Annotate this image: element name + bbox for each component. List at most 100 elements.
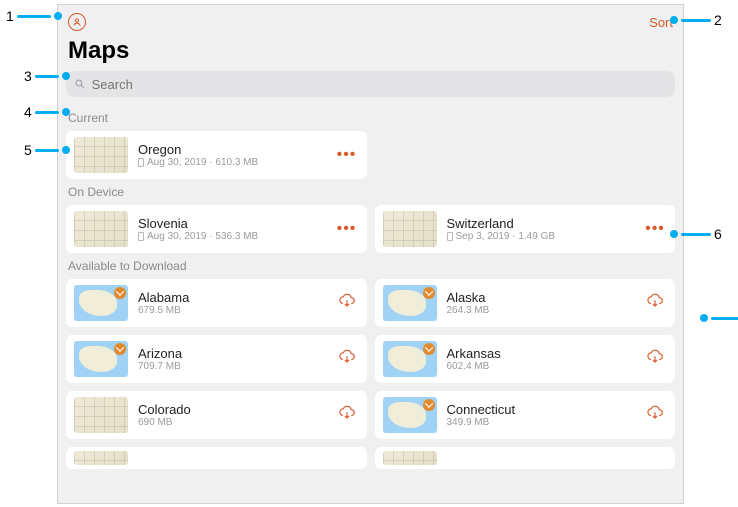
map-card[interactable]: SwitzerlandSep 3, 2019 · 1.49 GB••• (375, 205, 676, 253)
map-thumbnail (74, 285, 128, 321)
sort-button[interactable]: Sort (649, 15, 673, 30)
map-subtitle: 690 MB (138, 417, 335, 428)
map-subtitle: 264.3 MB (447, 305, 644, 316)
more-button[interactable]: ••• (643, 220, 667, 238)
more-icon: ••• (337, 220, 357, 237)
update-badge-icon (423, 399, 435, 411)
map-thumbnail (74, 397, 128, 433)
download-button[interactable] (335, 403, 359, 428)
map-thumbnail (383, 285, 437, 321)
search-field[interactable] (66, 71, 675, 97)
map-meta: 349.9 MB (447, 417, 490, 428)
profile-icon[interactable] (68, 13, 86, 31)
map-meta: Aug 30, 2019 · 536.3 MB (147, 231, 258, 242)
topbar: Sort (58, 5, 683, 33)
map-subtitle: Aug 30, 2019 · 610.3 MB (138, 157, 335, 168)
map-subtitle: 602.4 MB (447, 361, 644, 372)
more-button[interactable]: ••• (335, 220, 359, 238)
map-meta: 679.5 MB (138, 305, 181, 316)
update-badge-icon (423, 343, 435, 355)
card-text: Connecticut349.9 MB (447, 402, 644, 428)
more-icon: ••• (645, 220, 665, 237)
page-title: Maps (58, 33, 683, 71)
download-button[interactable] (335, 347, 359, 372)
map-card[interactable]: OregonAug 30, 2019 · 610.3 MB••• (66, 131, 367, 179)
map-card[interactable]: SloveniaAug 30, 2019 · 536.3 MB••• (66, 205, 367, 253)
cloud-download-icon (645, 291, 665, 311)
map-title: Alabama (138, 290, 335, 305)
cloud-download-icon (645, 347, 665, 367)
map-title: Colorado (138, 402, 335, 417)
section-label-on-device: On Device (68, 185, 673, 199)
download-button[interactable] (335, 291, 359, 316)
map-card-partial[interactable] (66, 447, 367, 469)
download-button[interactable] (643, 403, 667, 428)
more-button[interactable]: ••• (335, 146, 359, 164)
map-meta: 264.3 MB (447, 305, 490, 316)
card-text: SwitzerlandSep 3, 2019 · 1.49 GB (447, 216, 644, 242)
callout-7: 7 (700, 310, 738, 326)
section-label-current: Current (68, 111, 673, 125)
cloud-download-icon (645, 403, 665, 423)
section-available: Alabama679.5 MB Alaska264.3 MB Arizona709.… (66, 279, 675, 439)
map-subtitle: 349.9 MB (447, 417, 644, 428)
map-meta: 602.4 MB (447, 361, 490, 372)
map-card[interactable]: Arizona709.7 MB (66, 335, 367, 383)
map-thumbnail (383, 397, 437, 433)
cloud-download-icon (337, 347, 357, 367)
update-badge-icon (114, 343, 126, 355)
card-text: OregonAug 30, 2019 · 610.3 MB (138, 142, 335, 168)
map-meta: 690 MB (138, 417, 172, 428)
section-current: OregonAug 30, 2019 · 610.3 MB••• (66, 131, 675, 179)
update-badge-icon (114, 287, 126, 299)
map-card[interactable]: Arkansas602.4 MB (375, 335, 676, 383)
card-text: Arkansas602.4 MB (447, 346, 644, 372)
cloud-download-icon (337, 403, 357, 423)
map-meta: Aug 30, 2019 · 610.3 MB (147, 157, 258, 168)
map-subtitle: 679.5 MB (138, 305, 335, 316)
map-thumbnail (74, 341, 128, 377)
map-thumbnail (74, 211, 128, 247)
callout-1: 1 (6, 8, 62, 24)
map-card[interactable]: Colorado690 MB (66, 391, 367, 439)
app-window: Sort Maps Current OregonAug 30, 2019 · 6… (57, 4, 684, 504)
update-badge-icon (423, 287, 435, 299)
card-text: Alaska264.3 MB (447, 290, 644, 316)
card-text: Colorado690 MB (138, 402, 335, 428)
map-title: Oregon (138, 142, 335, 157)
map-thumbnail (74, 137, 128, 173)
map-card[interactable]: Connecticut349.9 MB (375, 391, 676, 439)
device-icon (138, 158, 144, 167)
map-thumbnail (383, 211, 437, 247)
scroll-area[interactable]: Current OregonAug 30, 2019 · 610.3 MB•••… (58, 105, 683, 504)
more-icon: ••• (337, 146, 357, 163)
map-title: Connecticut (447, 402, 644, 417)
map-card[interactable]: Alaska264.3 MB (375, 279, 676, 327)
device-icon (138, 232, 144, 241)
map-title: Slovenia (138, 216, 335, 231)
section-on-device: SloveniaAug 30, 2019 · 536.3 MB•••Switze… (66, 205, 675, 253)
section-label-available: Available to Download (68, 259, 673, 273)
cloud-download-icon (337, 291, 357, 311)
map-meta: Sep 3, 2019 · 1.49 GB (456, 231, 556, 242)
search-icon (74, 78, 86, 90)
map-subtitle: Sep 3, 2019 · 1.49 GB (447, 231, 644, 242)
map-title: Arizona (138, 346, 335, 361)
download-button[interactable] (643, 291, 667, 316)
search-input[interactable] (92, 77, 667, 92)
map-thumbnail (383, 341, 437, 377)
card-text: Arizona709.7 MB (138, 346, 335, 372)
map-meta: 709.7 MB (138, 361, 181, 372)
map-title: Arkansas (447, 346, 644, 361)
section-available-overflow (66, 447, 675, 469)
map-title: Alaska (447, 290, 644, 305)
card-text: Alabama679.5 MB (138, 290, 335, 316)
map-subtitle: Aug 30, 2019 · 536.3 MB (138, 231, 335, 242)
card-text: SloveniaAug 30, 2019 · 536.3 MB (138, 216, 335, 242)
device-icon (447, 232, 453, 241)
map-card-partial[interactable] (375, 447, 676, 469)
map-card[interactable]: Alabama679.5 MB (66, 279, 367, 327)
map-title: Switzerland (447, 216, 644, 231)
map-subtitle: 709.7 MB (138, 361, 335, 372)
download-button[interactable] (643, 347, 667, 372)
